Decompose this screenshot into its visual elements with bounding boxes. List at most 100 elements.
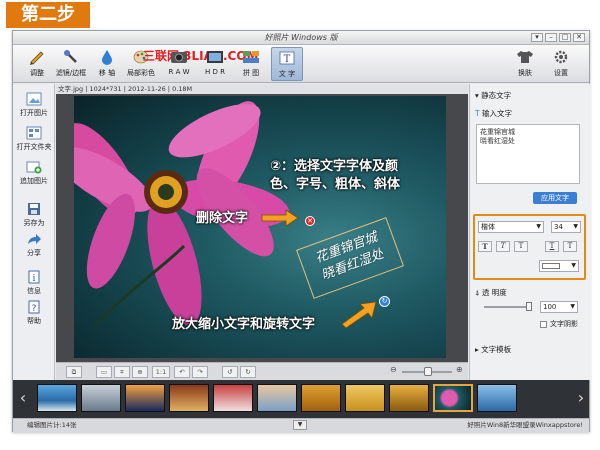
close-button[interactable]: ✕ — [573, 33, 585, 42]
normal-button[interactable]: T — [514, 241, 528, 252]
sidebar-info[interactable]: i 信息 — [13, 270, 55, 296]
zoom-button[interactable]: ⊕ — [132, 366, 148, 378]
sidebar-open-image[interactable]: 打开图片 — [13, 92, 55, 118]
status-bar: 编辑图片计:14张 ▼ 好照片Win8新华眼盟录Winxappstore! — [13, 418, 589, 432]
status-image-count: 编辑图片计:14张 — [27, 421, 77, 429]
vertical-text-button[interactable]: T — [563, 241, 577, 252]
frame-button[interactable]: ▭ — [96, 366, 112, 378]
help-icon: ? — [28, 300, 40, 314]
sidebar-add-image[interactable]: 追加图片 — [13, 160, 55, 186]
text-template-section[interactable]: ▸ 文字模板 — [475, 344, 511, 355]
maximize-button[interactable]: □ — [559, 33, 571, 42]
open-image-icon — [26, 92, 42, 106]
zoom-slider-knob[interactable] — [424, 367, 432, 376]
thumbnail[interactable] — [213, 384, 253, 412]
apply-text-button[interactable]: 应用文字 — [533, 192, 577, 204]
tool-filter-border[interactable]: 滤镜/边框 — [55, 47, 87, 81]
menu-button[interactable]: ▾ — [531, 33, 543, 42]
redo-button[interactable]: ↻ — [240, 366, 256, 378]
tool-collage[interactable]: 拼 图 — [235, 47, 267, 81]
add-image-icon — [26, 161, 42, 174]
rotate-scale-handle[interactable]: ↻ — [379, 296, 390, 307]
zoom-in-icon[interactable]: ⊕ — [456, 365, 463, 374]
tool-skin[interactable]: 换肤 — [509, 47, 541, 81]
sidebar-open-folder[interactable]: 打开文件夹 — [13, 126, 55, 152]
thumbnail[interactable] — [301, 384, 341, 412]
delete-text-handle[interactable]: ✕ — [305, 216, 315, 226]
tool-text[interactable]: T 文 字 — [271, 47, 303, 81]
chevron-down-icon: ▼ — [536, 223, 541, 230]
thumbnail[interactable] — [345, 384, 385, 412]
sidebar-save-as[interactable]: 另存为 — [13, 202, 55, 228]
opacity-value-stepper[interactable]: 100 ▼ — [540, 301, 578, 313]
share-icon — [28, 234, 41, 244]
main-toolbar: 调整 滤镜/边框 移 轴 局部彩色 三联网 3LIAN.COM R A W H … — [13, 45, 589, 83]
thumbnail[interactable] — [389, 384, 429, 412]
sidebar-share[interactable]: 分享 — [13, 232, 55, 258]
tool-adjust[interactable]: 调整 — [21, 47, 53, 81]
thumbnail[interactable] — [477, 384, 517, 412]
tool-hdr[interactable]: H D R — [199, 47, 231, 81]
opacity-slider-track[interactable] — [484, 306, 532, 308]
status-promo: 好照片Win8新华眼盟录Winxappstore! — [467, 421, 583, 429]
text-t-icon: T — [475, 109, 482, 118]
text-input-area[interactable]: 花重锦官城 晓看红湿处 — [476, 124, 580, 184]
filmstrip-prev-button[interactable]: ‹ — [17, 386, 29, 410]
thumbnail[interactable] — [37, 384, 77, 412]
opacity-slider-knob[interactable] — [526, 302, 532, 311]
thumbnail[interactable] — [81, 384, 121, 412]
drop-icon: ⍋ — [475, 288, 482, 297]
fit-button[interactable]: ⧉ — [66, 366, 82, 378]
font-size-select[interactable]: 34 ▼ — [551, 221, 581, 233]
collapse-filmstrip-button[interactable]: ▼ — [293, 420, 307, 430]
canvas-toolbar: ⧉ ▭ ⌗ ⊕ 1:1 ↶ ↷ ↺ ↻ ⊖ ⊕ — [56, 362, 468, 380]
tool-settings[interactable]: 设置 — [545, 47, 577, 81]
arrow-up-right-icon — [341, 301, 377, 328]
rotate-left-button[interactable]: ↶ — [174, 366, 190, 378]
thumbnail[interactable] — [257, 384, 297, 412]
annotation-scale-rotate: 放大缩小文字和旋转文字 — [172, 317, 316, 332]
chevron-down-icon: ▼ — [573, 223, 578, 230]
gear-icon — [554, 50, 568, 64]
open-folder-icon — [26, 126, 42, 140]
window-title: 好照片 Windows 版 — [264, 33, 338, 42]
chevron-down-icon: ▼ — [570, 303, 575, 310]
save-as-icon — [28, 203, 40, 215]
undo-button[interactable]: ↺ — [222, 366, 238, 378]
shirt-icon — [517, 51, 533, 63]
filmstrip: ‹ › — [13, 380, 589, 418]
underline-button[interactable]: T — [545, 241, 559, 252]
svg-text:?: ? — [32, 304, 37, 314]
tool-tilt-shift[interactable]: 移 轴 — [91, 47, 123, 81]
italic-button[interactable]: T — [496, 241, 510, 252]
drop-icon — [102, 50, 112, 65]
zoom-out-icon[interactable]: ⊖ — [390, 365, 397, 374]
annotation-step: ②：选择文字字体及颜 色、字号、粗体、斜体 — [270, 159, 401, 192]
sidebar-help[interactable]: ? 帮助 — [13, 300, 55, 326]
collage-icon — [243, 51, 259, 63]
bold-button[interactable]: T — [478, 241, 492, 252]
actual-size-button[interactable]: 1:1 — [152, 366, 170, 378]
thumbnail-selected[interactable] — [433, 384, 473, 412]
tool-raw[interactable]: R A W — [163, 47, 195, 81]
crop-button[interactable]: ⌗ — [114, 366, 130, 378]
thumbnail[interactable] — [169, 384, 209, 412]
input-text-label: T 输入文字 — [475, 109, 512, 118]
step-banner: 第二步 — [6, 2, 90, 28]
thumbnail[interactable] — [125, 384, 165, 412]
static-text-section[interactable]: ▾ 静态文字 — [475, 90, 511, 101]
window-controls: ▾ – □ ✕ — [531, 33, 585, 42]
filmstrip-next-button[interactable]: › — [575, 386, 587, 410]
image-info-bar: 文字.jpg | 1024*731 | 2012-11-26 | 0.18M — [56, 84, 468, 94]
annotation-delete: 删除文字 — [196, 211, 249, 226]
svg-text:T: T — [284, 54, 291, 65]
text-shadow-checkbox[interactable] — [540, 321, 547, 328]
text-color-select[interactable]: ▼ — [539, 260, 579, 272]
rotate-right-button[interactable]: ↷ — [192, 366, 208, 378]
left-sidebar: 打开图片 打开文件夹 追加图片 另存为 分享 i 信息 ? 帮助 — [13, 84, 55, 394]
minimize-button[interactable]: – — [545, 33, 557, 42]
photo-preview[interactable]: ②：选择文字字体及颜 色、字号、粗体、斜体 删除文字 花重锦官城 晓看红湿处 ✕… — [74, 96, 446, 358]
text-panel: ▾ 静态文字 T 输入文字 花重锦官城 晓看红湿处 应用文字 楷体 ▼ 34 ▼ T… — [469, 84, 591, 380]
font-family-select[interactable]: 楷体 ▼ — [478, 221, 544, 233]
color-swatch — [542, 263, 560, 269]
